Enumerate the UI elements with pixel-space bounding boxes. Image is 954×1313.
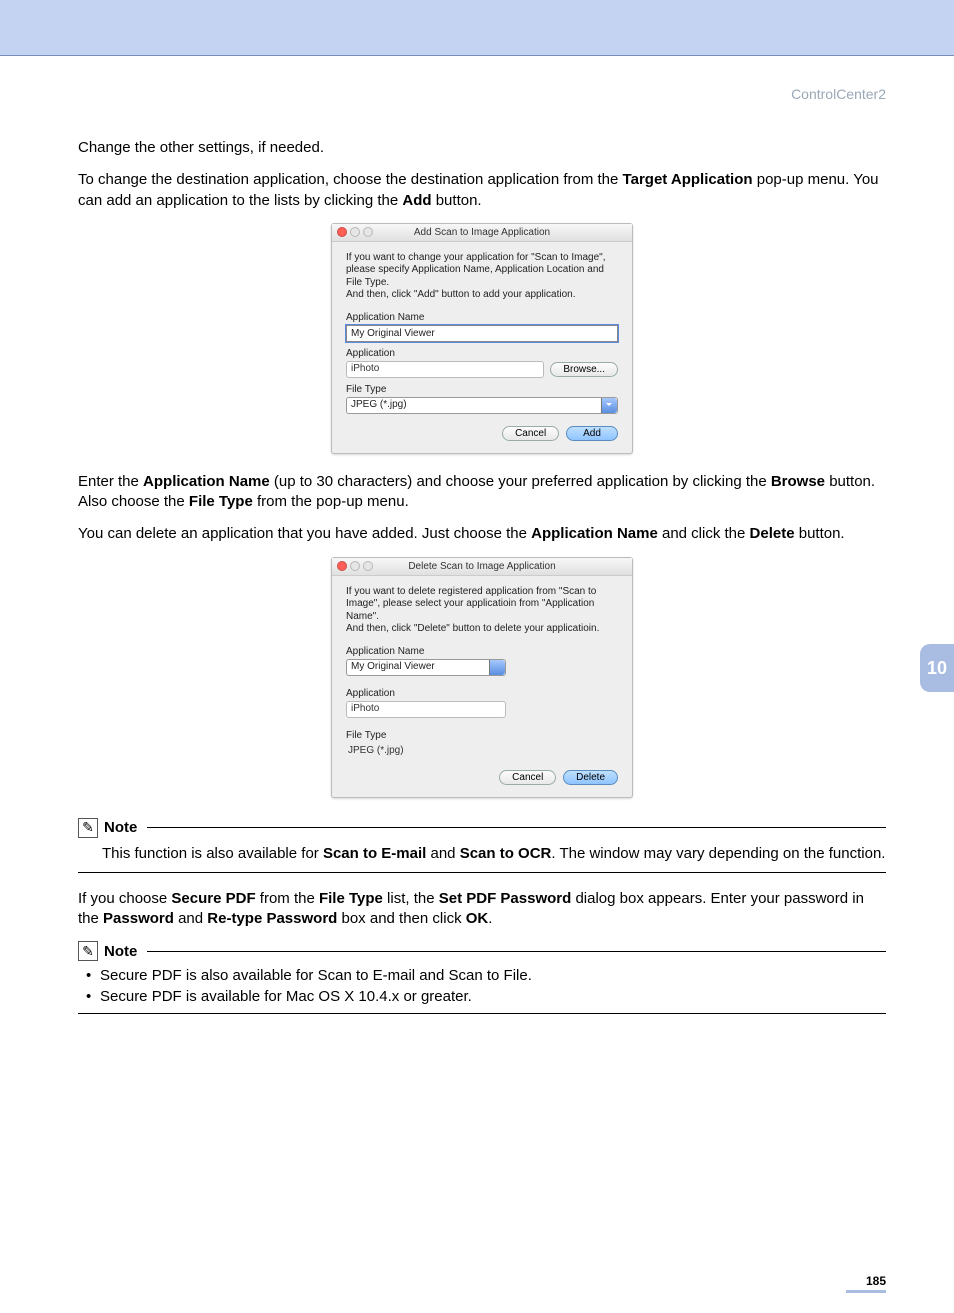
note-list: Secure PDF is also available for Scan to… (78, 967, 886, 1005)
dialog-instructions: If you want to delete registered applica… (346, 586, 618, 636)
dialog-title: Delete Scan to Image Application (408, 561, 555, 572)
chapter-tab: 10 (920, 644, 954, 692)
browse-button[interactable]: Browse... (550, 362, 618, 377)
app-name-label: Application Name (346, 646, 618, 657)
paragraph: If you choose Secure PDF from the File T… (78, 889, 886, 930)
divider (147, 951, 886, 952)
delete-button[interactable]: Delete (563, 770, 618, 785)
note-icon: ✎ (78, 818, 98, 838)
note-icon: ✎ (78, 941, 98, 961)
file-type-label: File Type (346, 730, 618, 741)
cancel-button[interactable]: Cancel (499, 770, 556, 785)
app-name-select[interactable]: My Original Viewer (346, 659, 506, 676)
cancel-button[interactable]: Cancel (502, 426, 559, 441)
window-controls (337, 227, 373, 237)
file-type-label: File Type (346, 384, 618, 395)
zoom-icon (363, 561, 373, 571)
dialog-title: Add Scan to Image Application (414, 227, 550, 238)
section-header: ControlCenter2 (78, 86, 886, 102)
delete-application-dialog: Delete Scan to Image Application If you … (331, 557, 633, 798)
window-controls (337, 561, 373, 571)
dialog-title-bar: Delete Scan to Image Application (332, 558, 632, 576)
divider (78, 1013, 886, 1014)
note-title: Note (104, 943, 137, 960)
app-name-input[interactable] (346, 325, 618, 342)
app-name-label: Application Name (346, 312, 618, 323)
paragraph: Enter the Application Name (up to 30 cha… (78, 472, 886, 513)
minimize-icon (350, 561, 360, 571)
application-field: iPhoto (346, 361, 544, 378)
close-icon[interactable] (337, 561, 347, 571)
note-body: This function is also available for Scan… (78, 844, 886, 864)
add-button[interactable]: Add (566, 426, 618, 441)
paragraph: You can delete an application that you h… (78, 524, 886, 544)
page-number: 185 (846, 1274, 886, 1293)
chevron-down-icon (601, 398, 617, 413)
minimize-icon (350, 227, 360, 237)
close-icon[interactable] (337, 227, 347, 237)
paragraph: To change the destination application, c… (78, 170, 886, 211)
file-type-value: JPEG (*.jpg) (346, 743, 618, 758)
chevron-down-icon (489, 660, 505, 675)
add-application-dialog: Add Scan to Image Application If you wan… (331, 223, 633, 454)
paragraph: Change the other settings, if needed. (78, 138, 886, 158)
list-item: Secure PDF is available for Mac OS X 10.… (86, 988, 886, 1005)
note-block: ✎ Note This function is also available f… (78, 818, 886, 873)
note-block: ✎ Note Secure PDF is also available for … (78, 941, 886, 1014)
dialog-instructions: If you want to change your application f… (346, 252, 618, 302)
file-type-select[interactable]: JPEG (*.jpg) (346, 397, 618, 414)
list-item: Secure PDF is also available for Scan to… (86, 967, 886, 984)
divider (78, 872, 886, 873)
zoom-icon (363, 227, 373, 237)
note-title: Note (104, 819, 137, 836)
dialog-title-bar: Add Scan to Image Application (332, 224, 632, 242)
divider (147, 827, 886, 828)
application-label: Application (346, 688, 618, 699)
application-label: Application (346, 348, 618, 359)
application-field: iPhoto (346, 701, 506, 718)
top-banner (0, 0, 954, 56)
